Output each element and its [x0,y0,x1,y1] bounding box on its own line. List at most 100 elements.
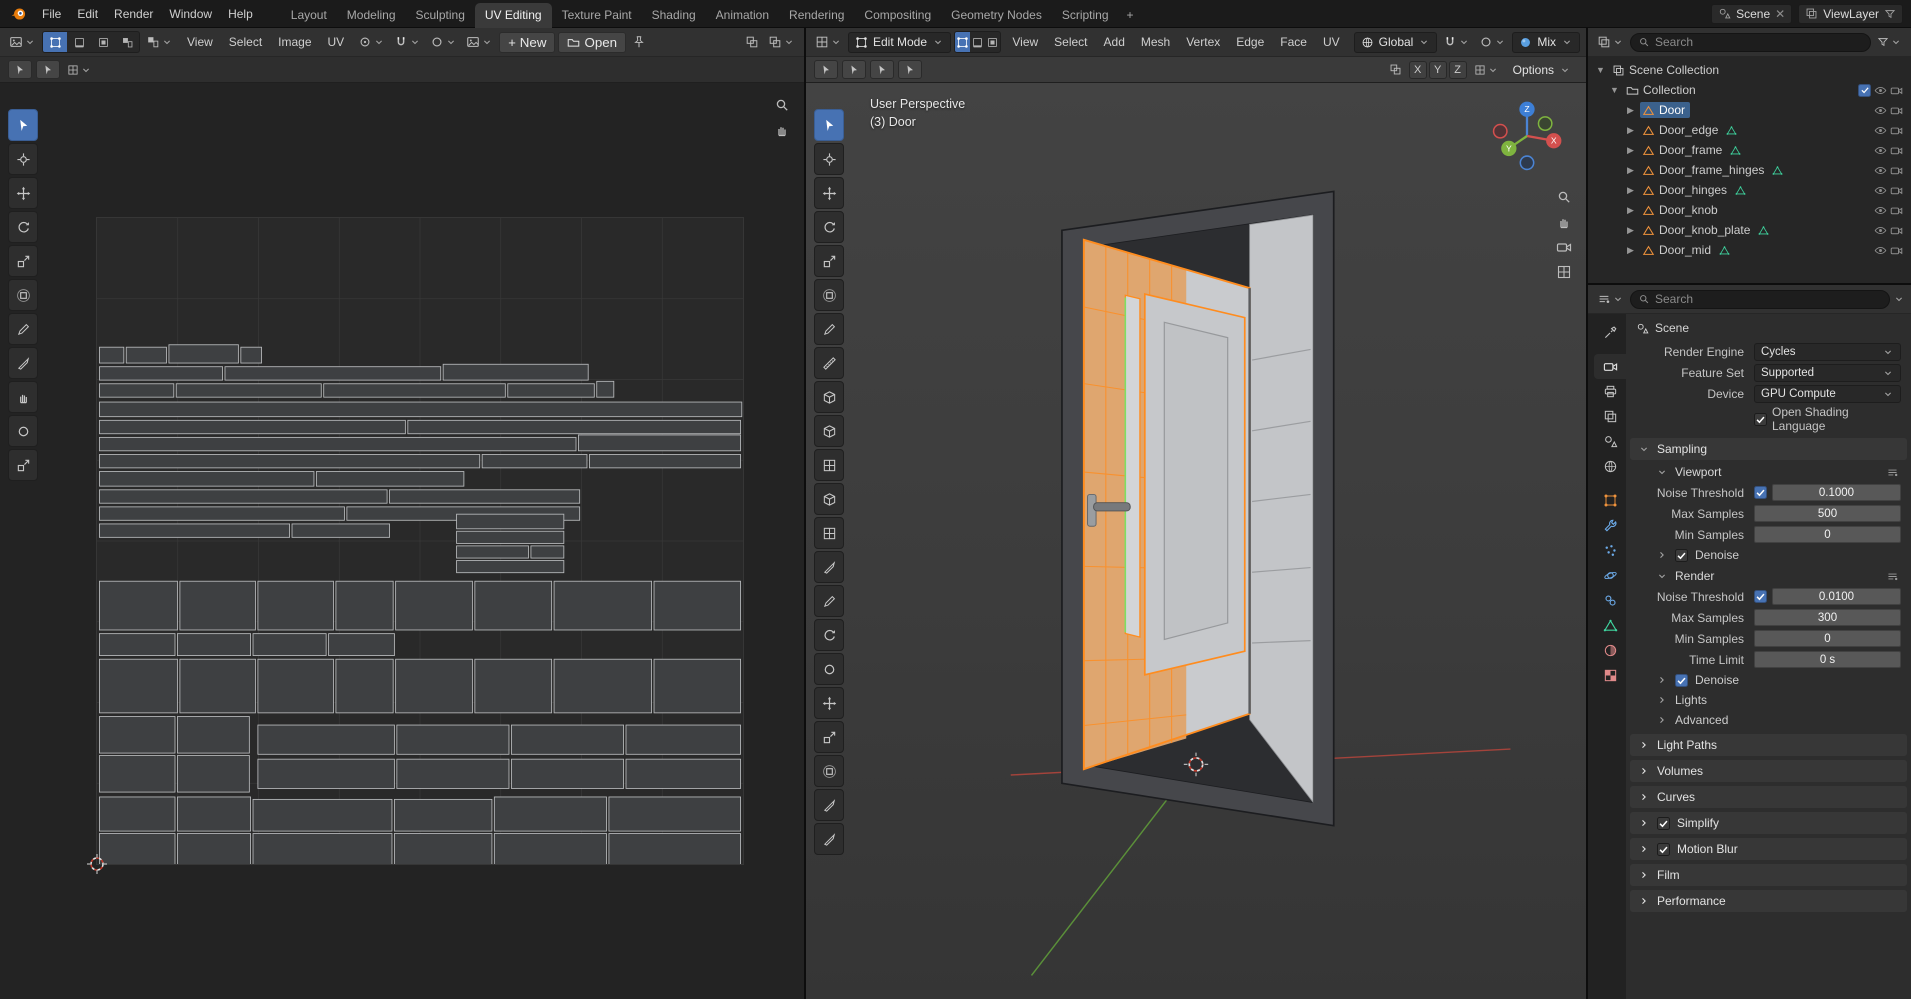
uv-island[interactable] [257,724,395,755]
tool-rip-edge[interactable] [814,823,844,855]
tool-select-box[interactable] [8,109,38,141]
tool-move[interactable] [814,177,844,209]
outliner-row-door-frame[interactable]: ▶ Door_frame [1588,140,1911,160]
uv-island[interactable] [257,658,334,714]
disable-render-icon[interactable] [1890,124,1903,137]
editor-type-button[interactable] [1594,290,1627,308]
uv-island[interactable] [99,523,291,538]
open-image-button[interactable]: Open [558,31,627,53]
tool-shrink-flatten[interactable] [814,721,844,753]
uv-image-browse-button[interactable] [463,33,496,51]
uv-island[interactable] [481,454,588,469]
properties-tab-view-layer[interactable] [1594,404,1626,429]
chevron-down-icon[interactable] [1893,293,1905,305]
workspace-tab-shading[interactable]: Shading [642,3,706,28]
outliner-row-door-hinges[interactable]: ▶ Door_hinges [1588,180,1911,200]
outliner-row-door-mid[interactable]: ▶ Door_mid [1588,240,1911,260]
uv-island[interactable] [252,633,327,657]
hide-viewport-icon[interactable] [1874,124,1887,137]
mix-dropdown[interactable]: Mix [1512,31,1580,53]
tool-rotate[interactable] [8,211,38,243]
uv-pivot-button[interactable] [355,33,388,51]
tool-annotate[interactable] [814,313,844,345]
viewport-noise-threshold-checkbox[interactable] [1754,486,1767,499]
add-workspace-button[interactable]: + [1119,3,1142,28]
subsection-viewport[interactable]: Viewport [1626,461,1911,482]
uv-island[interactable] [493,833,607,866]
properties-tab-modifiers[interactable] [1594,513,1626,538]
uv-island[interactable] [99,489,388,504]
render-max-samples-field[interactable]: 300 [1754,609,1901,626]
uv-island-select-button[interactable] [115,32,139,52]
uv-island[interactable] [99,796,176,832]
render-denoise-panel[interactable]: Denoise [1626,670,1911,690]
tool-spin[interactable] [814,619,844,651]
workspace-tab-texture-paint[interactable]: Texture Paint [552,3,642,28]
tool-annotate[interactable] [8,313,38,345]
tool-shear[interactable] [814,755,844,787]
workspace-tab-modeling[interactable]: Modeling [337,3,406,28]
uv-island[interactable] [257,758,395,789]
uv-island[interactable] [456,513,565,530]
outliner-row-door-edge[interactable]: ▶ Door_edge [1588,120,1911,140]
uv-island[interactable] [177,796,252,832]
tool-cursor[interactable] [814,143,844,175]
tool-scale[interactable] [814,245,844,277]
editor-type-button[interactable] [812,33,845,51]
uv-island[interactable] [474,658,553,714]
options-dropdown[interactable]: Options [1506,59,1578,80]
render-denoise-checkbox[interactable] [1675,673,1688,687]
uv-island[interactable] [291,523,390,538]
uv-island[interactable] [179,658,256,714]
hide-viewport-icon[interactable] [1874,184,1887,197]
outliner-search-input[interactable] [1655,35,1863,49]
vertex-select-button[interactable] [955,32,971,52]
menu-render[interactable]: Render [106,4,161,24]
uv-island[interactable] [510,724,624,755]
properties-tab-material[interactable] [1594,638,1626,663]
hide-viewport-icon[interactable] [1874,244,1887,257]
viewport-menu-face[interactable]: Face [1272,32,1315,52]
uv-island[interactable] [653,580,741,631]
properties-tab-physics[interactable] [1594,563,1626,588]
uv-2d-cursor[interactable] [86,853,108,875]
properties-search-input[interactable] [1655,292,1882,306]
uv-island[interactable] [175,383,322,398]
uv-island[interactable] [257,580,334,631]
section-simplify[interactable]: Simplify [1630,812,1907,834]
hide-viewport-icon[interactable] [1874,164,1887,177]
disable-render-icon[interactable] [1890,244,1903,257]
tool-add-cube[interactable] [814,381,844,413]
uv-island[interactable] [328,633,395,657]
viewlayer-filter-icon[interactable] [1884,8,1896,20]
disable-render-icon[interactable] [1890,84,1903,97]
uv-island[interactable] [456,560,565,574]
tool-smooth[interactable] [814,653,844,685]
uv-island[interactable] [240,346,262,364]
uv-island[interactable] [396,724,510,755]
uv-island[interactable] [442,363,589,381]
viewport-min-samples-field[interactable]: 0 [1754,526,1901,543]
uv-island[interactable] [395,658,473,714]
section-film[interactable]: Film [1630,864,1907,886]
snap-settings-button[interactable] [1471,62,1502,78]
outliner-row-door-knob-plate[interactable]: ▶ Door_knob_plate [1588,220,1911,240]
workspace-tab-compositing[interactable]: Compositing [854,3,941,28]
presets-icon[interactable] [1886,466,1899,479]
uv-island[interactable] [177,755,250,793]
menu-edit[interactable]: Edit [69,4,106,24]
disclosure-toggle[interactable]: ▶ [1624,205,1637,216]
uv-island[interactable] [596,380,615,398]
snap-button[interactable] [1440,33,1473,51]
uv-island[interactable] [177,716,250,754]
simplify-checkbox[interactable] [1657,816,1670,830]
uv-island[interactable] [407,419,741,435]
uv-island[interactable] [625,724,741,755]
device-dropdown[interactable]: GPU Compute [1754,384,1901,403]
viewport-menu-vertex[interactable]: Vertex [1178,32,1228,52]
viewport-denoise-checkbox[interactable] [1675,548,1688,562]
uv-island[interactable] [99,755,176,793]
uv-island[interactable] [177,833,252,866]
tool-rotate[interactable] [814,211,844,243]
tool-edge-slide[interactable] [814,687,844,719]
